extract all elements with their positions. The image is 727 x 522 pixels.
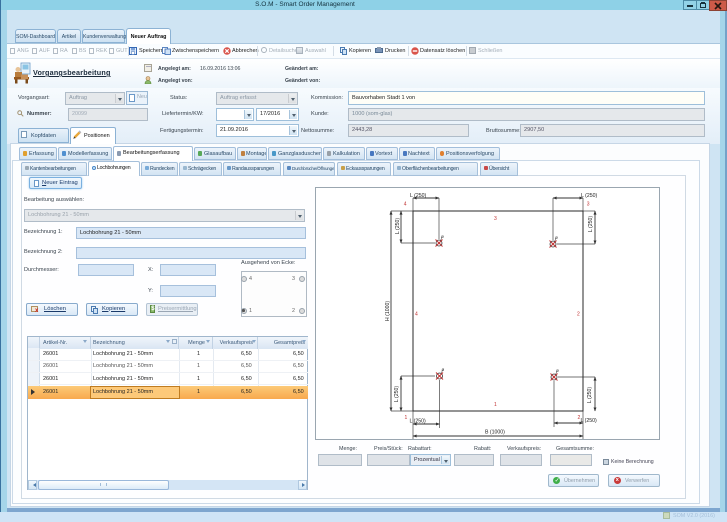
svg-text:L (250): L (250)	[587, 387, 593, 404]
svg-text:L (250): L (250)	[581, 193, 598, 199]
svg-text:ø: ø	[441, 234, 444, 239]
svg-text:B (1000): B (1000)	[485, 430, 505, 436]
svg-text:3: 3	[494, 216, 497, 222]
svg-text:L (250): L (250)	[394, 386, 400, 403]
svg-text:1: 1	[405, 415, 408, 421]
svg-text:1: 1	[494, 402, 497, 408]
svg-text:L (250): L (250)	[395, 218, 401, 235]
svg-text:ø: ø	[555, 235, 558, 240]
svg-text:2: 2	[577, 312, 580, 318]
svg-text:3: 3	[587, 202, 590, 208]
svg-text:L (250): L (250)	[581, 418, 598, 424]
svg-text:ø: ø	[442, 367, 445, 372]
svg-text:H (1000): H (1000)	[385, 301, 391, 321]
svg-text:2: 2	[578, 415, 581, 421]
svg-text:L (250): L (250)	[410, 419, 427, 425]
svg-text:L (250): L (250)	[410, 193, 427, 199]
svg-text:4: 4	[415, 312, 418, 318]
svg-text:ø: ø	[556, 368, 559, 373]
svg-text:4: 4	[404, 202, 407, 208]
svg-text:L (250): L (250)	[588, 216, 594, 233]
